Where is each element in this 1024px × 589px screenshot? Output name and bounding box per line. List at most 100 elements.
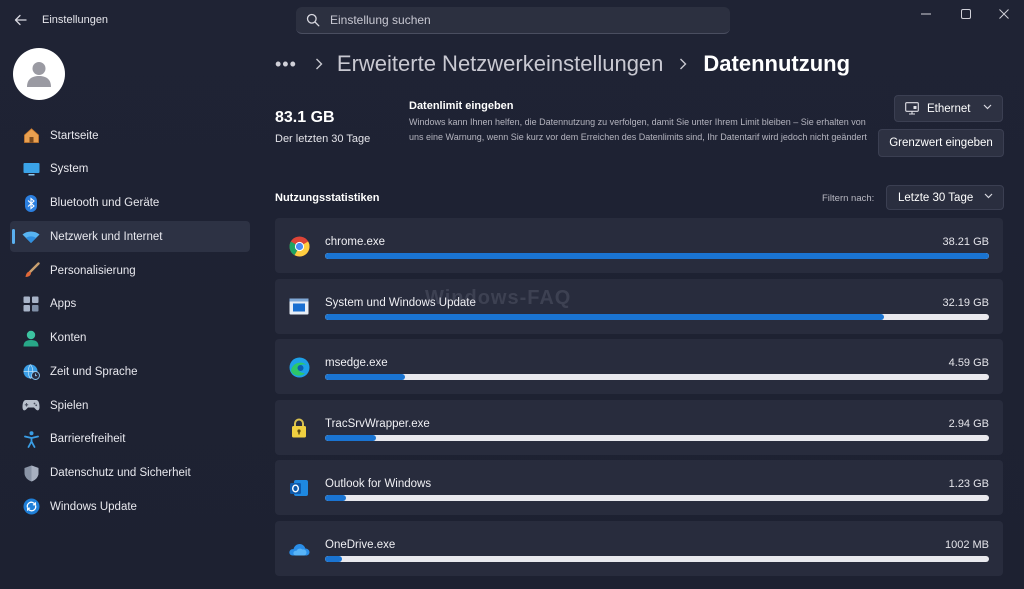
app-name: OneDrive.exe [325,538,396,551]
sidebar-item-barrierefreiheit[interactable]: Barrierefreiheit [10,424,250,455]
title-bar: Einstellungen [0,0,1024,40]
sidebar-item-netzwerk[interactable]: Netzwerk und Internet [10,221,250,253]
settings-window: Einstellungen Startseit [0,0,1024,589]
page-title: Datennutzung [703,51,851,76]
adapter-select-value: Ethernet [927,102,971,115]
usage-bar [325,253,989,259]
windows-system-icon [288,296,310,318]
sidebar-item-konten[interactable]: Konten [10,323,250,354]
sidebar-item-startseite[interactable]: Startseite [10,120,250,151]
shield-icon [22,464,40,482]
app-usage-size: 4.59 GB [948,357,989,370]
chevron-down-icon [983,104,992,110]
accessibility-icon [22,430,40,448]
gamepad-icon [22,397,40,415]
sidebar-item-windows-update[interactable]: Windows Update [10,491,250,522]
close-icon [999,9,1009,19]
sidebar-item-zeit[interactable]: Zeit und Sprache [10,356,250,387]
app-name: Outlook for Windows [325,478,432,491]
list-item[interactable]: Outlook for Windows 1.23 GB [275,460,1003,516]
list-item[interactable]: TracSrvWrapper.exe 2.94 GB [275,399,1003,455]
sidebar-item-label: System [50,163,89,176]
list-item[interactable]: msedge.exe 4.59 GB [275,339,1003,395]
sidebar-item-apps[interactable]: Apps [10,289,250,320]
sidebar-item-label: Datenschutz und Sicherheit [50,467,191,479]
usage-stats-title: Nutzungsstatistiken [275,192,380,204]
data-limit-title: Datenlimit eingeben [409,100,514,112]
app-title: Einstellungen [42,14,109,26]
bluetooth-icon [22,194,40,212]
chevron-right-icon [315,58,323,70]
usage-bar-fill [325,374,405,381]
app-name: chrome.exe [325,236,386,248]
usage-list: chrome.exe 38.21 GB System und Windows U… [275,218,1003,582]
onedrive-icon [288,538,310,560]
app-name: msedge.exe [325,357,388,370]
list-item[interactable]: System und Windows Update 32.19 GB [275,278,1003,334]
usage-bar [325,374,989,381]
app-usage-size: 32.19 GB [942,296,989,309]
app-name: TracSrvWrapper.exe [325,417,430,430]
usage-bar [325,555,989,562]
apps-icon [22,295,40,313]
total-usage: 83.1 GB [275,109,335,126]
breadcrumb-more-button[interactable]: ••• [275,54,297,75]
search-box[interactable] [296,7,730,34]
globe-clock-icon [22,363,40,381]
data-limit-description: Windows kann Ihnen helfen, die Datennutz… [409,117,867,142]
home-icon [22,127,40,145]
set-limit-button[interactable]: Grenzwert eingeben [878,129,1004,157]
sidebar-item-label: Bluetooth und Geräte [50,197,160,209]
minimize-icon [921,13,931,15]
system-icon [22,160,40,178]
sidebar-item-spielen[interactable]: Spielen [10,390,250,421]
app-usage-size: 2.94 GB [948,417,989,430]
back-button[interactable] [8,8,32,32]
sidebar-item-bluetooth[interactable]: Bluetooth und Geräte [10,188,250,219]
edge-icon [288,356,310,378]
app-usage-size: 1.23 GB [948,478,989,491]
sidebar-item-label: Apps [50,298,77,311]
usage-bar-fill [325,434,377,441]
app-usage-size: 38.21 GB [942,236,989,248]
breadcrumb-parent[interactable]: Erweiterte Netzwerkeinstellungen [337,51,664,77]
sidebar-item-label: Spielen [50,399,89,412]
usage-bar [325,434,989,441]
sidebar-item-label: Netzwerk und Internet [50,230,163,243]
watermark: Windows-FAQ [425,287,572,309]
wifi-icon [22,228,40,246]
sidebar-item-label: Barrierefreiheit [50,433,126,446]
arrow-left-icon [14,14,27,26]
app-usage-size: 1002 MB [944,538,989,551]
avatar[interactable] [13,48,65,100]
usage-bar-fill [325,253,989,259]
sidebar-item-label: Zeit und Sprache [50,365,138,378]
sidebar-item-label: Konten [50,332,87,344]
sidebar-item-datenschutz[interactable]: Datenschutz und Sicherheit [10,458,250,489]
adapter-select[interactable]: Ethernet [894,95,1003,122]
minimize-button[interactable] [912,6,940,22]
close-button[interactable] [990,6,1018,22]
chevron-right-icon [680,58,687,70]
sidebar-nav: Startseite System Bluetooth und Geräte N… [10,120,250,525]
usage-period: Der letzten 30 Tage [275,133,371,145]
maximize-icon [961,9,971,19]
sidebar-item-label: Personalisierung [50,264,136,277]
brush-icon [22,262,40,280]
maximize-button[interactable] [952,6,980,22]
filter-select[interactable]: Letzte 30 Tage [886,185,1004,210]
usage-bar-fill [325,313,885,320]
search-input[interactable] [330,13,710,27]
sidebar-item-system[interactable]: System [10,154,250,185]
usage-bar [325,313,989,320]
sidebar-item-personalisierung[interactable]: Personalisierung [10,255,250,286]
user-icon [27,62,51,87]
search-icon [306,13,320,27]
usage-bar-fill [325,495,347,502]
sidebar-item-label: Windows Update [50,500,137,513]
list-item[interactable]: OneDrive.exe 1002 MB [275,520,1003,576]
filter-select-value: Letzte 30 Tage [898,191,974,204]
breadcrumb: ••• Erweiterte Netzwerkeinstellungen Dat… [275,48,850,80]
ethernet-icon [905,102,919,115]
list-item[interactable]: chrome.exe 38.21 GB [275,218,1003,273]
